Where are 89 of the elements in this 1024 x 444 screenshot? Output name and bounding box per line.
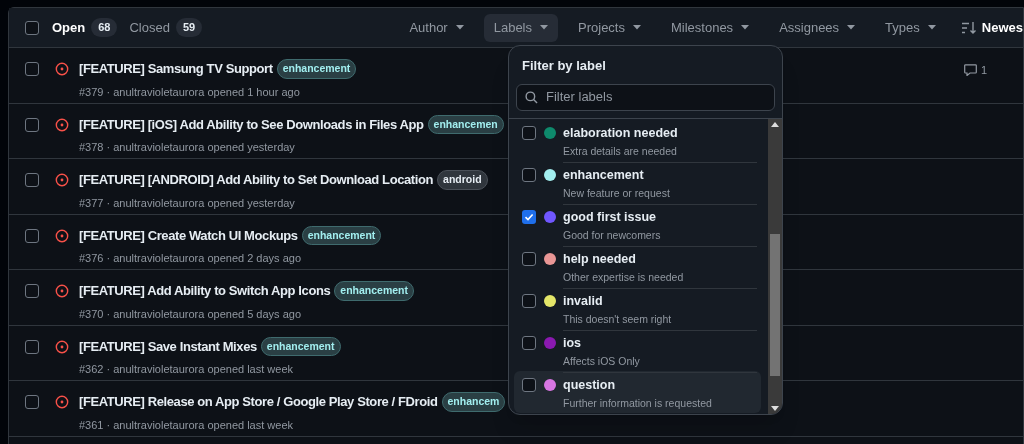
comment-count: 1 <box>980 63 987 78</box>
caret-icon <box>741 25 750 30</box>
caret-icon <box>847 25 856 30</box>
filter-labels-input[interactable]: Filter labels <box>546 87 746 107</box>
issue-meta: #379 · anultravioletaurora opened 1 hour ago <box>79 84 301 100</box>
checkbox[interactable] <box>522 335 536 350</box>
open-issue-icon <box>55 228 69 243</box>
check-icon <box>524 211 534 222</box>
sort-dropdown[interactable]: Newes <box>951 17 1023 38</box>
label-name: enhancement <box>563 167 645 183</box>
checkbox[interactable] <box>522 251 536 266</box>
checkbox[interactable] <box>25 62 39 76</box>
checkbox[interactable] <box>522 293 536 308</box>
issue-meta: #376 · anultravioletaurora opened 2 days ago <box>79 251 302 267</box>
comment-icon[interactable] <box>963 64 977 77</box>
open-issue-icon <box>55 117 69 132</box>
label-description: Other expertise is needed <box>563 269 685 285</box>
issue-meta: #377 · anultravioletaurora opened yesterday <box>79 195 296 211</box>
issue-label[interactable]: enhancement <box>301 225 382 246</box>
issue-meta: #370 · anultravioletaurora opened 5 days ago <box>79 306 302 322</box>
search-icon <box>525 90 538 104</box>
issue-title[interactable]: [FEATURE] [ANDROID] Add Ability to Set Download Location <box>79 170 434 190</box>
filter-dropdown[interactable]: Labels <box>483 13 558 42</box>
label-name: help needed <box>563 251 637 267</box>
menu-title: Filter by label <box>521 57 607 75</box>
open-issue-icon <box>55 339 69 354</box>
filter-labels-field[interactable]: Filter labels <box>516 83 775 111</box>
open-issue-icon <box>55 173 69 187</box>
scrollbar[interactable] <box>768 118 782 414</box>
caret-icon <box>927 25 936 30</box>
checkbox[interactable] <box>25 339 39 354</box>
issue-label[interactable]: android <box>437 170 488 190</box>
checkbox[interactable] <box>522 125 536 140</box>
label-option[interactable]: good first issue Good for newcomers <box>514 202 761 245</box>
open-issue-icon <box>55 284 69 298</box>
label-description: Affects iOS Only <box>563 353 641 369</box>
issue-title[interactable]: [FEATURE] Create Watch UI Mockups <box>79 225 298 246</box>
issue-title[interactable]: [FEATURE] Samsung TV Support <box>79 59 273 79</box>
issue-title[interactable]: [FEATURE] [iOS] Add Ability to See Downloads in Files App <box>79 114 424 135</box>
caret-icon <box>540 25 548 30</box>
scroll-down-icon[interactable] <box>771 406 779 411</box>
checkbox[interactable] <box>522 209 536 224</box>
scroll-up-icon[interactable] <box>771 121 779 127</box>
issue-label[interactable]: enhancemen <box>427 114 504 135</box>
checkbox[interactable] <box>25 173 39 187</box>
label-description: This doesn't seem right <box>563 311 673 327</box>
state-tab[interactable]: Closed 59 <box>129 17 203 38</box>
label-description: Extra details are needed <box>563 143 678 159</box>
checkbox[interactable] <box>25 117 39 132</box>
issue-label[interactable]: enhancem <box>441 392 506 412</box>
label-option[interactable]: elaboration needed Extra details are needed <box>514 118 761 161</box>
issue-label[interactable]: enhancement <box>260 336 341 357</box>
filter-dropdown[interactable]: Types <box>875 13 946 42</box>
filter-dropdown[interactable]: Assignees <box>769 13 866 42</box>
label-description: Good for newcomers <box>563 227 662 243</box>
checkbox[interactable] <box>25 228 39 243</box>
label-description: Further information is requested <box>563 395 713 411</box>
filter-dropdown[interactable]: Milestones <box>661 13 760 42</box>
open-issue-icon <box>55 62 69 76</box>
label-description: New feature or request <box>563 185 671 201</box>
label-name: question <box>563 377 617 393</box>
issue-meta: #361 · anultravioletaurora opened last week <box>79 417 295 433</box>
label-option[interactable]: help needed Other expertise is needed <box>514 244 761 287</box>
caret-icon <box>633 25 641 30</box>
filter-dropdown[interactable]: Projects <box>568 13 651 42</box>
checkbox[interactable] <box>522 167 536 182</box>
issue-title[interactable]: [FEATURE] Add Ability to Switch App Icons <box>79 281 331 301</box>
label-name: good first issue <box>563 209 658 225</box>
checkbox[interactable] <box>25 395 39 409</box>
label-name: ios <box>563 335 583 351</box>
open-issue-icon <box>55 395 69 409</box>
label-name: elaboration needed <box>563 125 679 141</box>
checkbox[interactable] <box>25 20 39 35</box>
checkbox[interactable] <box>522 377 536 392</box>
label-option[interactable]: enhancement New feature or request <box>514 160 761 203</box>
issue-meta: #378 · anultravioletaurora opened yesterday <box>79 140 296 156</box>
issue-label[interactable]: enhancement <box>276 59 357 79</box>
label-option[interactable]: question Further information is requested <box>514 370 761 413</box>
label-option[interactable]: invalid This doesn't seem right <box>514 286 761 329</box>
issue-meta: #362 · anultravioletaurora opened last week <box>79 362 295 378</box>
issue-title[interactable]: [FEATURE] Save Instant Mixes <box>79 336 257 357</box>
filter-dropdown[interactable]: Author <box>399 13 474 42</box>
sort-icon <box>961 21 976 34</box>
issue-label[interactable]: enhancement <box>334 281 414 301</box>
label-name: invalid <box>563 293 604 309</box>
state-tab[interactable]: Open 68 <box>52 17 118 38</box>
checkbox[interactable] <box>25 284 39 298</box>
issue-title[interactable]: [FEATURE] Release on App Store / Google Play Store / FDroid <box>79 392 438 412</box>
caret-icon <box>455 25 464 30</box>
